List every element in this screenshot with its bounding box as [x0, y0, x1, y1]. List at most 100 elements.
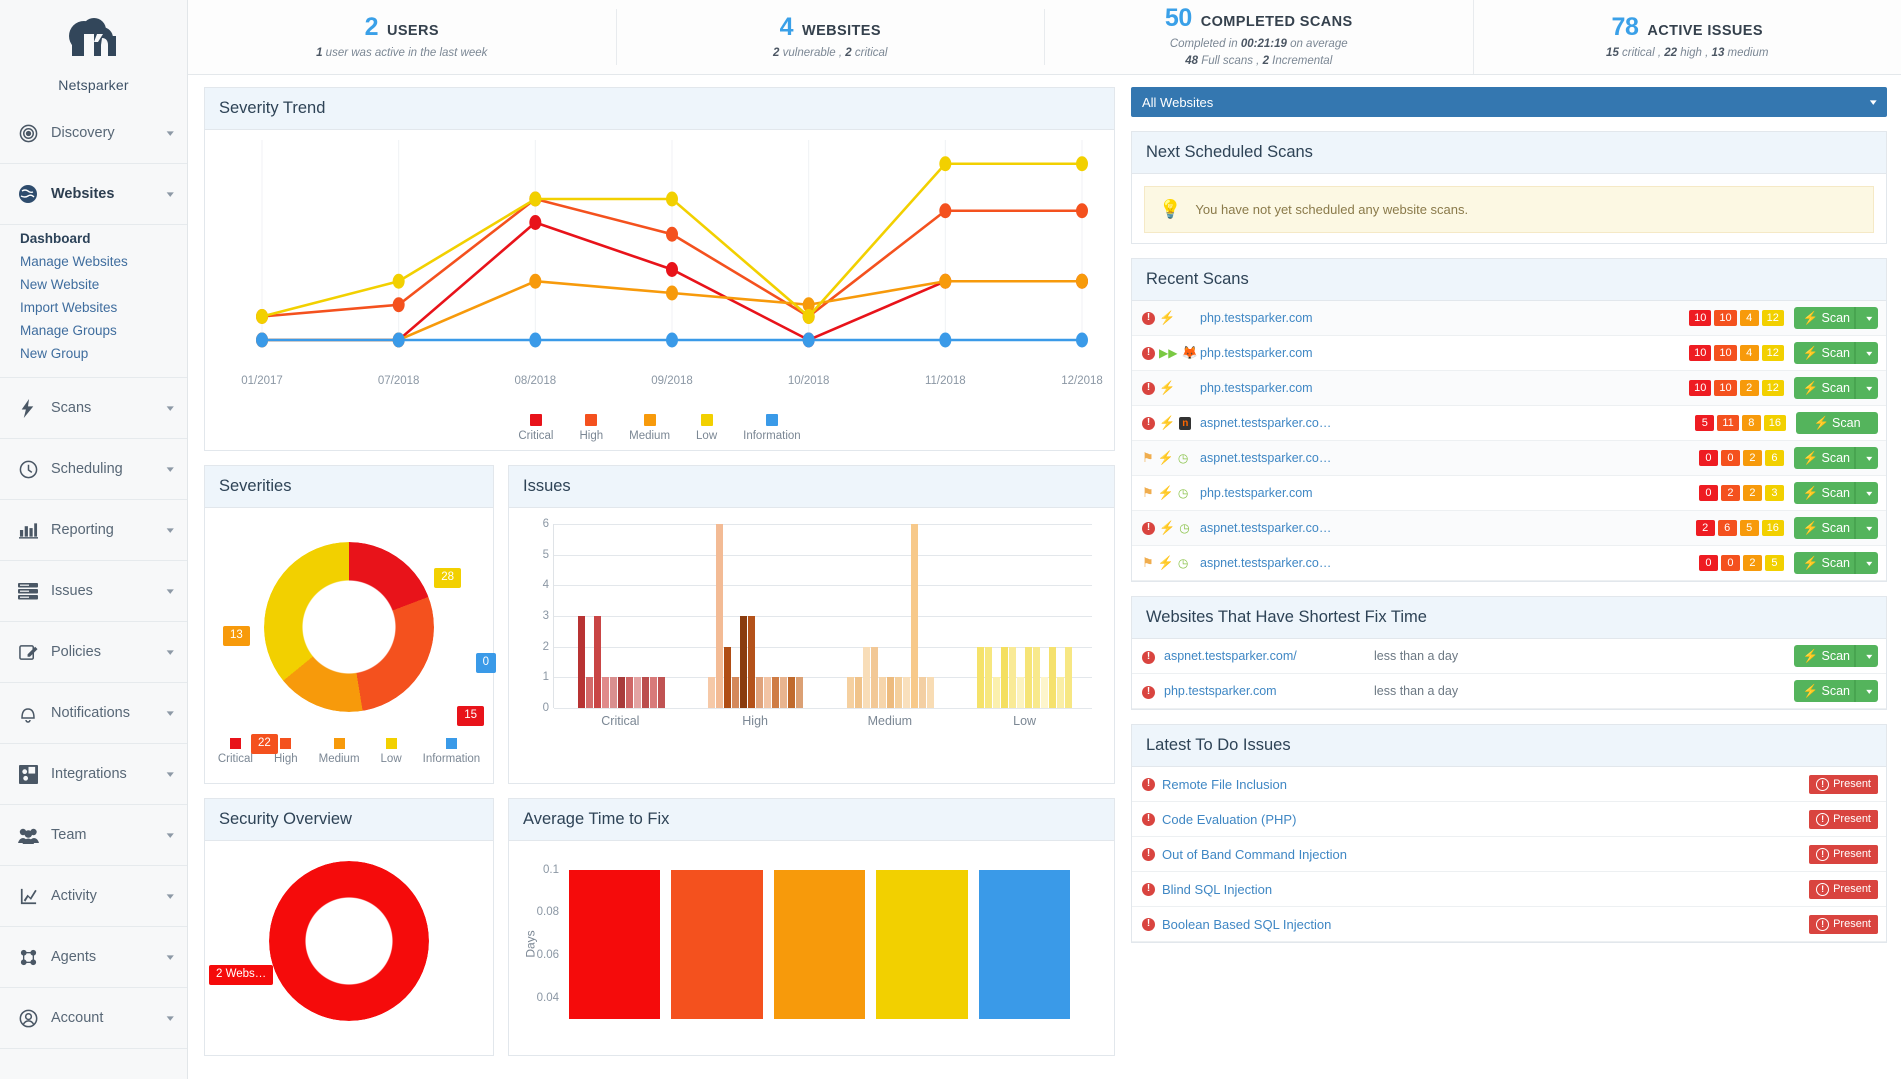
bar[interactable] [780, 677, 788, 708]
website-link[interactable]: aspnet.testsparker.co… [1200, 521, 1696, 535]
bar[interactable] [641, 677, 649, 708]
issue-link[interactable]: ! Blind SQL Injection [1142, 882, 1272, 897]
sidebar-item-reporting[interactable]: Reporting ▾ [0, 500, 187, 561]
bar[interactable] [1041, 677, 1049, 708]
bar[interactable] [1017, 677, 1025, 708]
scan-button[interactable]: ⚡ Scan [1796, 412, 1878, 434]
scan-button[interactable]: ⚡ Scan ▾ [1793, 447, 1878, 469]
bar[interactable] [772, 677, 780, 708]
bar[interactable] [625, 677, 633, 708]
bar[interactable] [876, 869, 968, 1019]
legend-item[interactable]: Critical [218, 738, 253, 765]
bar[interactable] [633, 677, 641, 708]
legend-item[interactable]: Medium [629, 414, 670, 442]
bar[interactable] [846, 677, 854, 708]
sidebar-item-discovery[interactable]: Discovery ▾ [0, 103, 187, 164]
website-link[interactable]: aspnet.testsparker.co… [1200, 556, 1699, 570]
legend-item[interactable]: Low [696, 414, 717, 442]
sidebar-item-scans[interactable]: Scans ▾ [0, 378, 187, 439]
sidebar-item-integrations[interactable]: Integrations ▾ [0, 744, 187, 805]
bar[interactable] [878, 677, 886, 708]
scan-button[interactable]: ⚡ Scan ▾ [1793, 342, 1878, 364]
sidebar-item-import-websites[interactable]: Import Websites [0, 296, 187, 319]
bar[interactable] [926, 677, 934, 708]
scan-dropdown-toggle[interactable]: ▾ [1854, 447, 1878, 469]
scan-button[interactable]: ⚡ Scan ▾ [1793, 482, 1878, 504]
sidebar-item-new-group[interactable]: New Group [0, 342, 187, 365]
bar[interactable] [732, 677, 740, 708]
bar[interactable] [1001, 646, 1009, 708]
scan-button[interactable]: ⚡ Scan ▾ [1793, 517, 1878, 539]
bar[interactable] [764, 677, 772, 708]
scan-dropdown-toggle[interactable]: ▾ [1854, 342, 1878, 364]
bar[interactable] [569, 869, 661, 1019]
website-link[interactable]: php.testsparker.com [1200, 381, 1689, 395]
sidebar-item-team[interactable]: Team ▾ [0, 805, 187, 866]
bar[interactable] [870, 646, 878, 708]
sidebar-item-new-website[interactable]: New Website [0, 273, 187, 296]
website-link[interactable]: aspnet.testsparker.co… [1200, 416, 1695, 430]
bar[interactable] [788, 677, 796, 708]
bar[interactable] [649, 677, 657, 708]
scan-button[interactable]: ⚡ Scan ▾ [1793, 680, 1878, 702]
website-filter-select[interactable]: All Websites ▾ [1131, 87, 1887, 117]
bar[interactable] [1025, 646, 1033, 708]
bar[interactable] [1033, 646, 1041, 708]
bar[interactable] [993, 677, 1001, 708]
bar[interactable] [708, 677, 716, 708]
bar[interactable] [985, 646, 993, 708]
bar[interactable] [740, 616, 748, 708]
website-link[interactable]: php.testsparker.com [1200, 486, 1699, 500]
bar[interactable] [601, 677, 609, 708]
website-link[interactable]: php.testsparker.com [1200, 346, 1689, 360]
scan-dropdown-toggle[interactable]: ▾ [1854, 645, 1878, 667]
bar[interactable] [748, 616, 756, 708]
scan-dropdown-toggle[interactable]: ▾ [1854, 377, 1878, 399]
bar[interactable] [854, 677, 862, 708]
bar[interactable] [1009, 646, 1017, 708]
sidebar-item-notifications[interactable]: Notifications ▾ [0, 683, 187, 744]
bar[interactable] [657, 677, 665, 708]
website-link[interactable]: php.testsparker.com [1164, 684, 1374, 698]
bar[interactable] [756, 677, 764, 708]
sidebar-item-issues[interactable]: Issues ▾ [0, 561, 187, 622]
sidebar-item-activity[interactable]: Activity ▾ [0, 866, 187, 927]
bar[interactable] [796, 677, 804, 708]
legend-item[interactable]: Medium [319, 738, 360, 765]
bar[interactable] [671, 869, 763, 1019]
scan-button[interactable]: ⚡ Scan ▾ [1793, 377, 1878, 399]
website-link[interactable]: aspnet.testsparker.com/ [1164, 649, 1374, 663]
sidebar-item-websites[interactable]: Websites ▾ [0, 164, 187, 225]
issue-link[interactable]: ! Boolean Based SQL Injection [1142, 917, 1331, 932]
website-link[interactable]: php.testsparker.com [1200, 311, 1689, 325]
bar[interactable] [593, 616, 601, 708]
issue-link[interactable]: ! Out of Band Command Injection [1142, 847, 1347, 862]
scan-dropdown-toggle[interactable]: ▾ [1854, 517, 1878, 539]
sidebar-item-manage-groups[interactable]: Manage Groups [0, 319, 187, 342]
bar[interactable] [862, 646, 870, 708]
bar[interactable] [1049, 646, 1057, 708]
bar[interactable] [724, 646, 732, 708]
bar[interactable] [585, 677, 593, 708]
legend-item[interactable]: High [579, 414, 603, 442]
sidebar-item-scheduling[interactable]: Scheduling ▾ [0, 439, 187, 500]
sidebar-item-dashboard[interactable]: Dashboard [0, 227, 187, 250]
sidebar-item-agents[interactable]: Agents ▾ [0, 927, 187, 988]
scan-dropdown-toggle[interactable]: ▾ [1854, 680, 1878, 702]
bar[interactable] [1057, 677, 1065, 708]
sidebar-item-manage-websites[interactable]: Manage Websites [0, 250, 187, 273]
scan-dropdown-toggle[interactable]: ▾ [1854, 307, 1878, 329]
scan-button[interactable]: ⚡ Scan ▾ [1793, 645, 1878, 667]
bar[interactable] [773, 869, 866, 1019]
issue-link[interactable]: ! Code Evaluation (PHP) [1142, 812, 1296, 827]
bar[interactable] [1065, 646, 1073, 708]
issue-link[interactable]: ! Remote File Inclusion [1142, 777, 1287, 792]
bar[interactable] [977, 646, 985, 708]
legend-item[interactable]: Information [423, 738, 480, 765]
bar[interactable] [609, 677, 617, 708]
sidebar-item-policies[interactable]: Policies ▾ [0, 622, 187, 683]
website-link[interactable]: aspnet.testsparker.co… [1200, 451, 1699, 465]
bar[interactable] [902, 677, 910, 708]
bar[interactable] [910, 524, 918, 708]
bar[interactable] [716, 524, 724, 708]
